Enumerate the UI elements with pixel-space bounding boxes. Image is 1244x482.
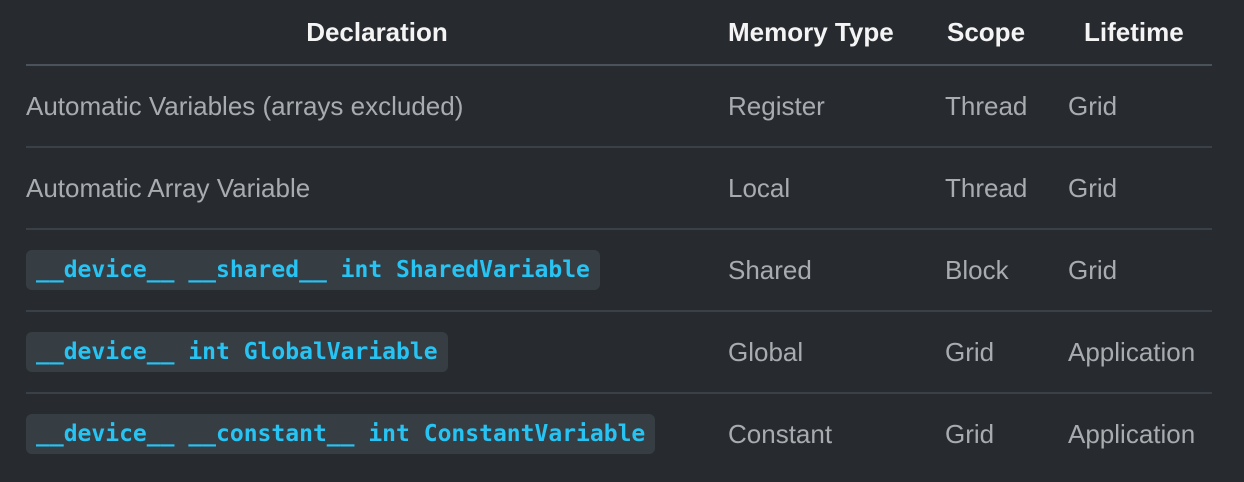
cell-scope: Grid <box>945 311 1068 394</box>
variable-memory-table-container: Declaration Memory Type Scope Lifetime A… <box>26 0 1212 474</box>
code-snippet: __device__ __constant__ int ConstantVari… <box>26 414 656 454</box>
cell-declaration: Automatic Array Variable <box>26 147 728 230</box>
table-header-row: Declaration Memory Type Scope Lifetime <box>26 0 1212 66</box>
code-snippet: __device__ int GlobalVariable <box>26 332 448 372</box>
cell-declaration: __device__ int GlobalVariable <box>26 311 728 394</box>
cell-scope: Grid <box>945 418 995 449</box>
cell-scope: Thread <box>945 147 1068 230</box>
cell-scope: Block <box>945 229 1068 312</box>
header-declaration: Declaration <box>26 0 728 66</box>
table-row: Automatic Variables (arrays excluded) Re… <box>26 65 1212 148</box>
cell-memory-type: Local <box>728 147 945 230</box>
cell-memory-type: Constant <box>728 418 833 449</box>
cell-memory-type: Register <box>728 65 945 148</box>
cell-lifetime: Grid <box>1068 65 1212 148</box>
header-lifetime: Lifetime <box>1068 0 1212 66</box>
cell-scope: Thread <box>945 65 1068 148</box>
cell-lifetime: Grid <box>1068 147 1212 230</box>
cell-lifetime: Application <box>1068 311 1212 394</box>
cell-lifetime: Application <box>1068 418 1196 449</box>
variable-memory-table: Declaration Memory Type Scope Lifetime A… <box>26 0 1212 474</box>
cell-declaration: __device__ __constant__ int ConstantVari… <box>26 393 728 474</box>
code-snippet: __device__ __shared__ int SharedVariable <box>26 250 600 290</box>
table-row: Automatic Array Variable Local Thread Gr… <box>26 147 1212 230</box>
table-row: __device__ int GlobalVariable Global Gri… <box>26 311 1212 394</box>
table-row: __device__ __shared__ int SharedVariable… <box>26 229 1212 312</box>
header-scope: Scope <box>945 0 1068 66</box>
cell-lifetime: Grid <box>1068 229 1212 312</box>
cell-memory-type: Global <box>728 311 945 394</box>
table-row: __device__ __constant__ int ConstantVari… <box>26 393 1212 474</box>
cell-declaration: __device__ __shared__ int SharedVariable <box>26 229 728 312</box>
cell-memory-type: Shared <box>728 229 945 312</box>
cell-declaration: Automatic Variables (arrays excluded) <box>26 65 728 148</box>
header-memory-type: Memory Type <box>728 0 945 66</box>
